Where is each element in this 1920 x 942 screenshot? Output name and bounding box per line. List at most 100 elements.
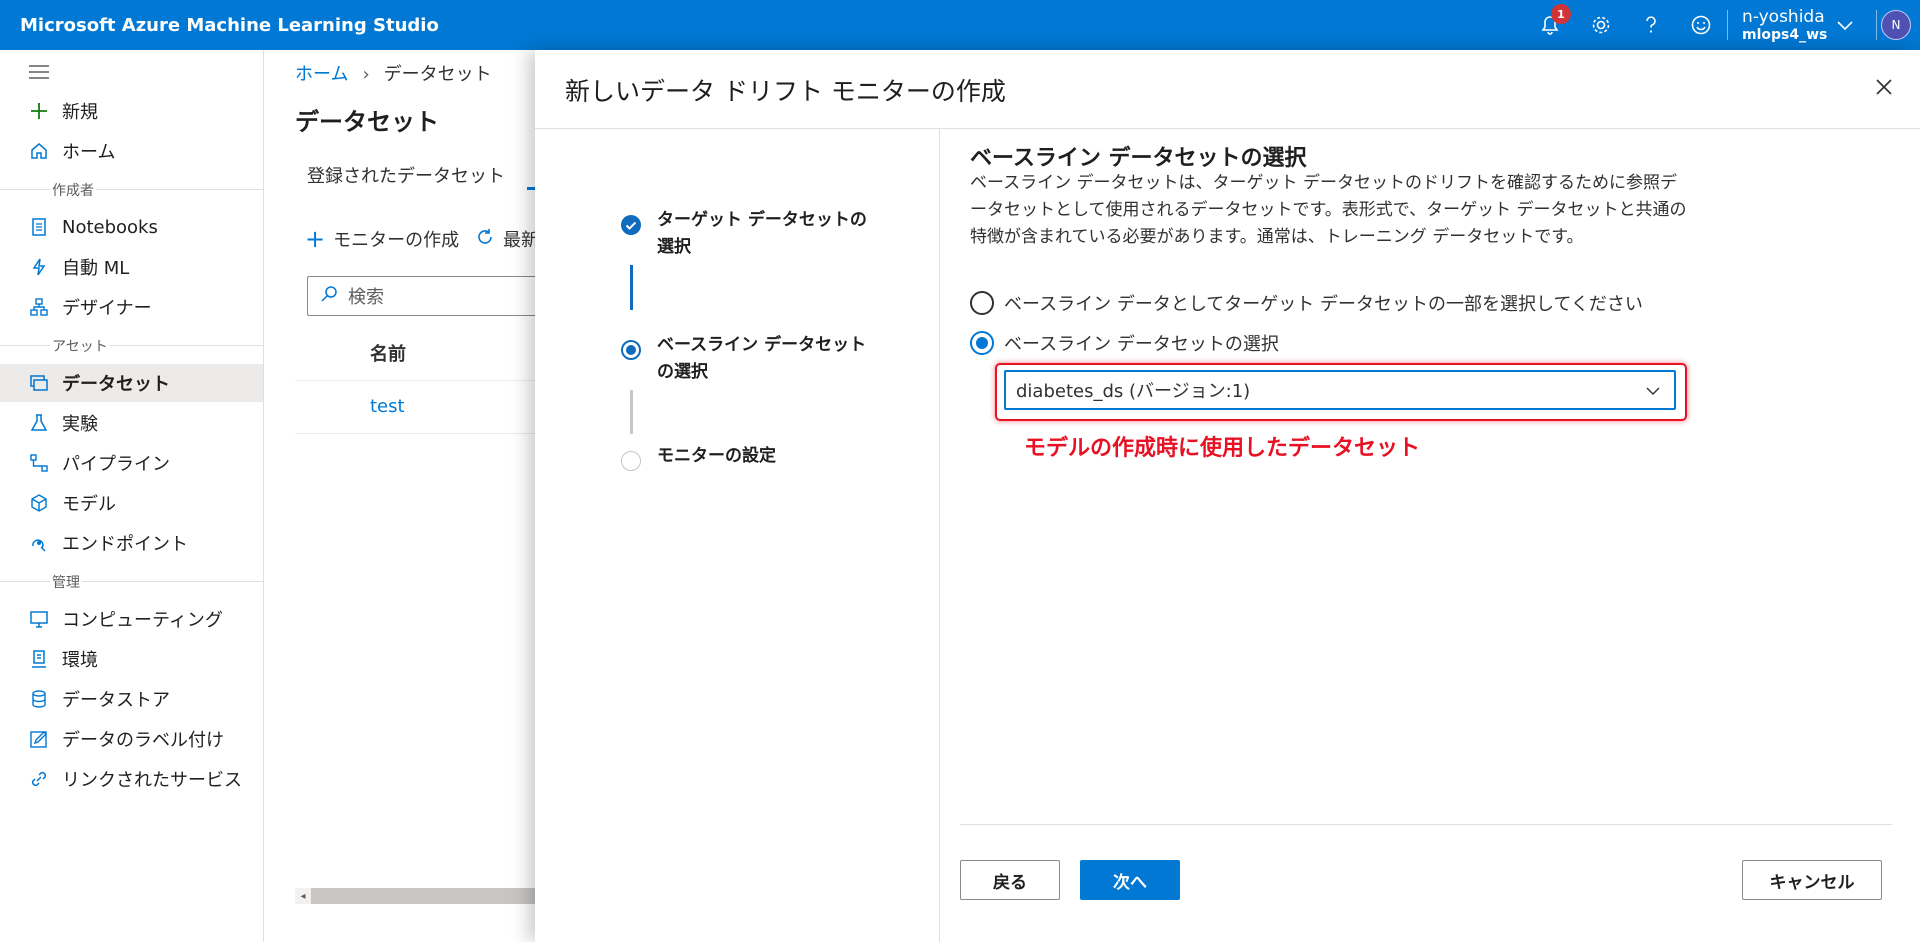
radio-label: ベースライン データセットの選択 <box>1004 334 1279 355</box>
search-placeholder: 検索 <box>348 287 384 308</box>
cancel-button[interactable]: キャンセル <box>1742 860 1882 900</box>
annotation-text: モデルの作成時に使用したデータセット <box>1024 436 1421 461</box>
sidebar-item-data-labeling[interactable]: データのラベル付け <box>0 720 263 758</box>
checkmark-circle-icon <box>621 215 641 235</box>
sidebar-item-label: データセット <box>62 374 170 395</box>
step-label: ターゲット データセットの選択 <box>657 210 867 257</box>
notebook-icon <box>28 216 50 238</box>
environment-icon <box>28 648 50 670</box>
section-label-manage: 管理 <box>0 572 263 592</box>
flask-icon <box>28 412 50 434</box>
plus-icon: + <box>305 225 326 253</box>
section-label-author: 作成者 <box>0 180 263 200</box>
sidebar-item-label: パイプライン <box>62 454 170 475</box>
section-description: ベースライン データセットは、ターゲット データセットのドリフトを確認するために… <box>970 173 1687 247</box>
hamburger-menu-icon[interactable] <box>28 64 50 85</box>
home-icon <box>28 140 50 162</box>
app-title[interactable]: Microsoft Azure Machine Learning Studio <box>20 0 439 50</box>
chevron-down-icon[interactable] <box>1832 12 1858 38</box>
radio-target-subset[interactable]: ベースライン データとしてターゲット データセットの一部を選択してください <box>970 290 1643 316</box>
topbar-divider <box>1876 10 1877 40</box>
divider <box>960 824 1892 825</box>
step-label: モニターの設定 <box>657 446 776 466</box>
breadcrumb: ホーム › データセット <box>295 60 492 86</box>
sidebar-item-endpoints[interactable]: エンドポイント <box>0 524 263 562</box>
sidebar-item-notebooks[interactable]: Notebooks <box>0 208 263 246</box>
sidebar-item-label: リンクされたサービス <box>62 770 242 791</box>
sidebar-item-designer[interactable]: デザイナー <box>0 288 263 326</box>
gear-icon[interactable] <box>1588 12 1614 38</box>
search-input[interactable]: 検索 <box>307 276 557 316</box>
database-icon <box>28 688 50 710</box>
tab-registered-datasets[interactable]: 登録されたデータセット <box>307 162 505 188</box>
chevron-down-icon <box>1644 382 1662 405</box>
sidebar: 新規 ホーム 作成者 Notebooks 自動 ML デザイナー アセット デー… <box>0 50 264 942</box>
automl-icon <box>28 256 50 278</box>
datasets-page: ホーム › データセット データセット 登録されたデータセット + モニターの作成 最… <box>265 50 557 942</box>
baseline-dataset-dropdown[interactable]: diabetes_ds (バージョン:1) <box>1004 370 1676 410</box>
radio-checked-icon[interactable] <box>970 331 994 355</box>
sidebar-item-label: エンドポイント <box>62 534 188 555</box>
avatar[interactable]: N <box>1881 10 1911 40</box>
sidebar-item-label: データストア <box>62 690 170 711</box>
radio-select-baseline[interactable]: ベースライン データセットの選択 <box>970 330 1279 356</box>
section-title: ベースライン データセットの選択 <box>970 146 1307 171</box>
create-drift-monitor-panel: 新しいデータ ドリフト モニターの作成 ターゲット データセットの選択 ベースラ… <box>535 50 1920 942</box>
sidebar-item-experiments[interactable]: 実験 <box>0 404 263 442</box>
link-icon <box>28 768 50 790</box>
search-icon <box>320 285 338 308</box>
step-connector <box>630 265 633 310</box>
help-icon[interactable] <box>1638 12 1664 38</box>
next-button[interactable]: 次へ <box>1080 860 1180 900</box>
panel-title: 新しいデータ ドリフト モニターの作成 <box>565 77 1006 106</box>
radio-unchecked-icon[interactable] <box>970 291 994 315</box>
step-label: ベースライン データセットの選択 <box>657 335 867 382</box>
create-monitor-button[interactable]: + モニターの作成 <box>305 226 459 252</box>
breadcrumb-current: データセット <box>383 64 492 85</box>
sidebar-item-label: Notebooks <box>62 216 158 238</box>
sidebar-item-linked-services[interactable]: リンクされたサービス <box>0 760 263 798</box>
dataset-icon <box>28 372 50 394</box>
scroll-left-icon[interactable]: ◂ <box>295 888 311 904</box>
refresh-icon <box>475 227 495 252</box>
sidebar-item-automl[interactable]: 自動 ML <box>0 248 263 286</box>
sidebar-item-compute[interactable]: コンピューティング <box>0 600 263 638</box>
page-title: データセット <box>295 108 439 136</box>
column-header-name[interactable]: 名前 <box>370 340 406 366</box>
divider <box>295 433 555 434</box>
sidebar-item-label: ホーム <box>62 142 116 163</box>
sidebar-item-label: 自動 ML <box>62 258 130 279</box>
sidebar-item-home[interactable]: ホーム <box>0 132 263 170</box>
divider <box>535 128 1920 129</box>
sidebar-item-pipelines[interactable]: パイプライン <box>0 444 263 482</box>
sidebar-item-label: データのラベル付け <box>62 730 224 751</box>
sidebar-item-datasets[interactable]: データセット <box>0 364 263 402</box>
breadcrumb-separator-icon: › <box>362 64 370 85</box>
close-icon[interactable] <box>1871 74 1897 100</box>
back-button[interactable]: 戻る <box>960 860 1060 900</box>
sidebar-item-label: 新規 <box>62 102 98 123</box>
current-step-icon <box>621 340 641 360</box>
sidebar-item-models[interactable]: モデル <box>0 484 263 522</box>
endpoint-icon <box>28 532 50 554</box>
sidebar-item-label: 環境 <box>62 650 98 671</box>
section-label-assets: アセット <box>0 336 263 356</box>
divider <box>939 129 940 942</box>
account-info[interactable]: n-yoshida mlops4_ws <box>1742 8 1827 44</box>
breadcrumb-home[interactable]: ホーム <box>295 64 348 85</box>
workspace-name: mlops4_ws <box>1742 27 1828 43</box>
horizontal-scrollbar[interactable] <box>295 888 545 904</box>
notification-badge: 1 <box>1551 4 1571 24</box>
refresh-button[interactable]: 最新 <box>475 226 539 252</box>
bell-icon[interactable]: 1 <box>1537 4 1571 38</box>
topbar-divider <box>1727 10 1728 40</box>
dataset-link[interactable]: test <box>370 396 405 417</box>
dropdown-value: diabetes_ds (バージョン:1) <box>1016 381 1251 402</box>
sidebar-item-label: モデル <box>62 494 116 515</box>
feedback-smiley-icon[interactable] <box>1688 12 1714 38</box>
edit-icon <box>28 728 50 750</box>
sidebar-item-new[interactable]: 新規 <box>0 92 263 130</box>
sidebar-item-datastores[interactable]: データストア <box>0 680 263 718</box>
designer-icon <box>28 296 50 318</box>
sidebar-item-environments[interactable]: 環境 <box>0 640 263 678</box>
